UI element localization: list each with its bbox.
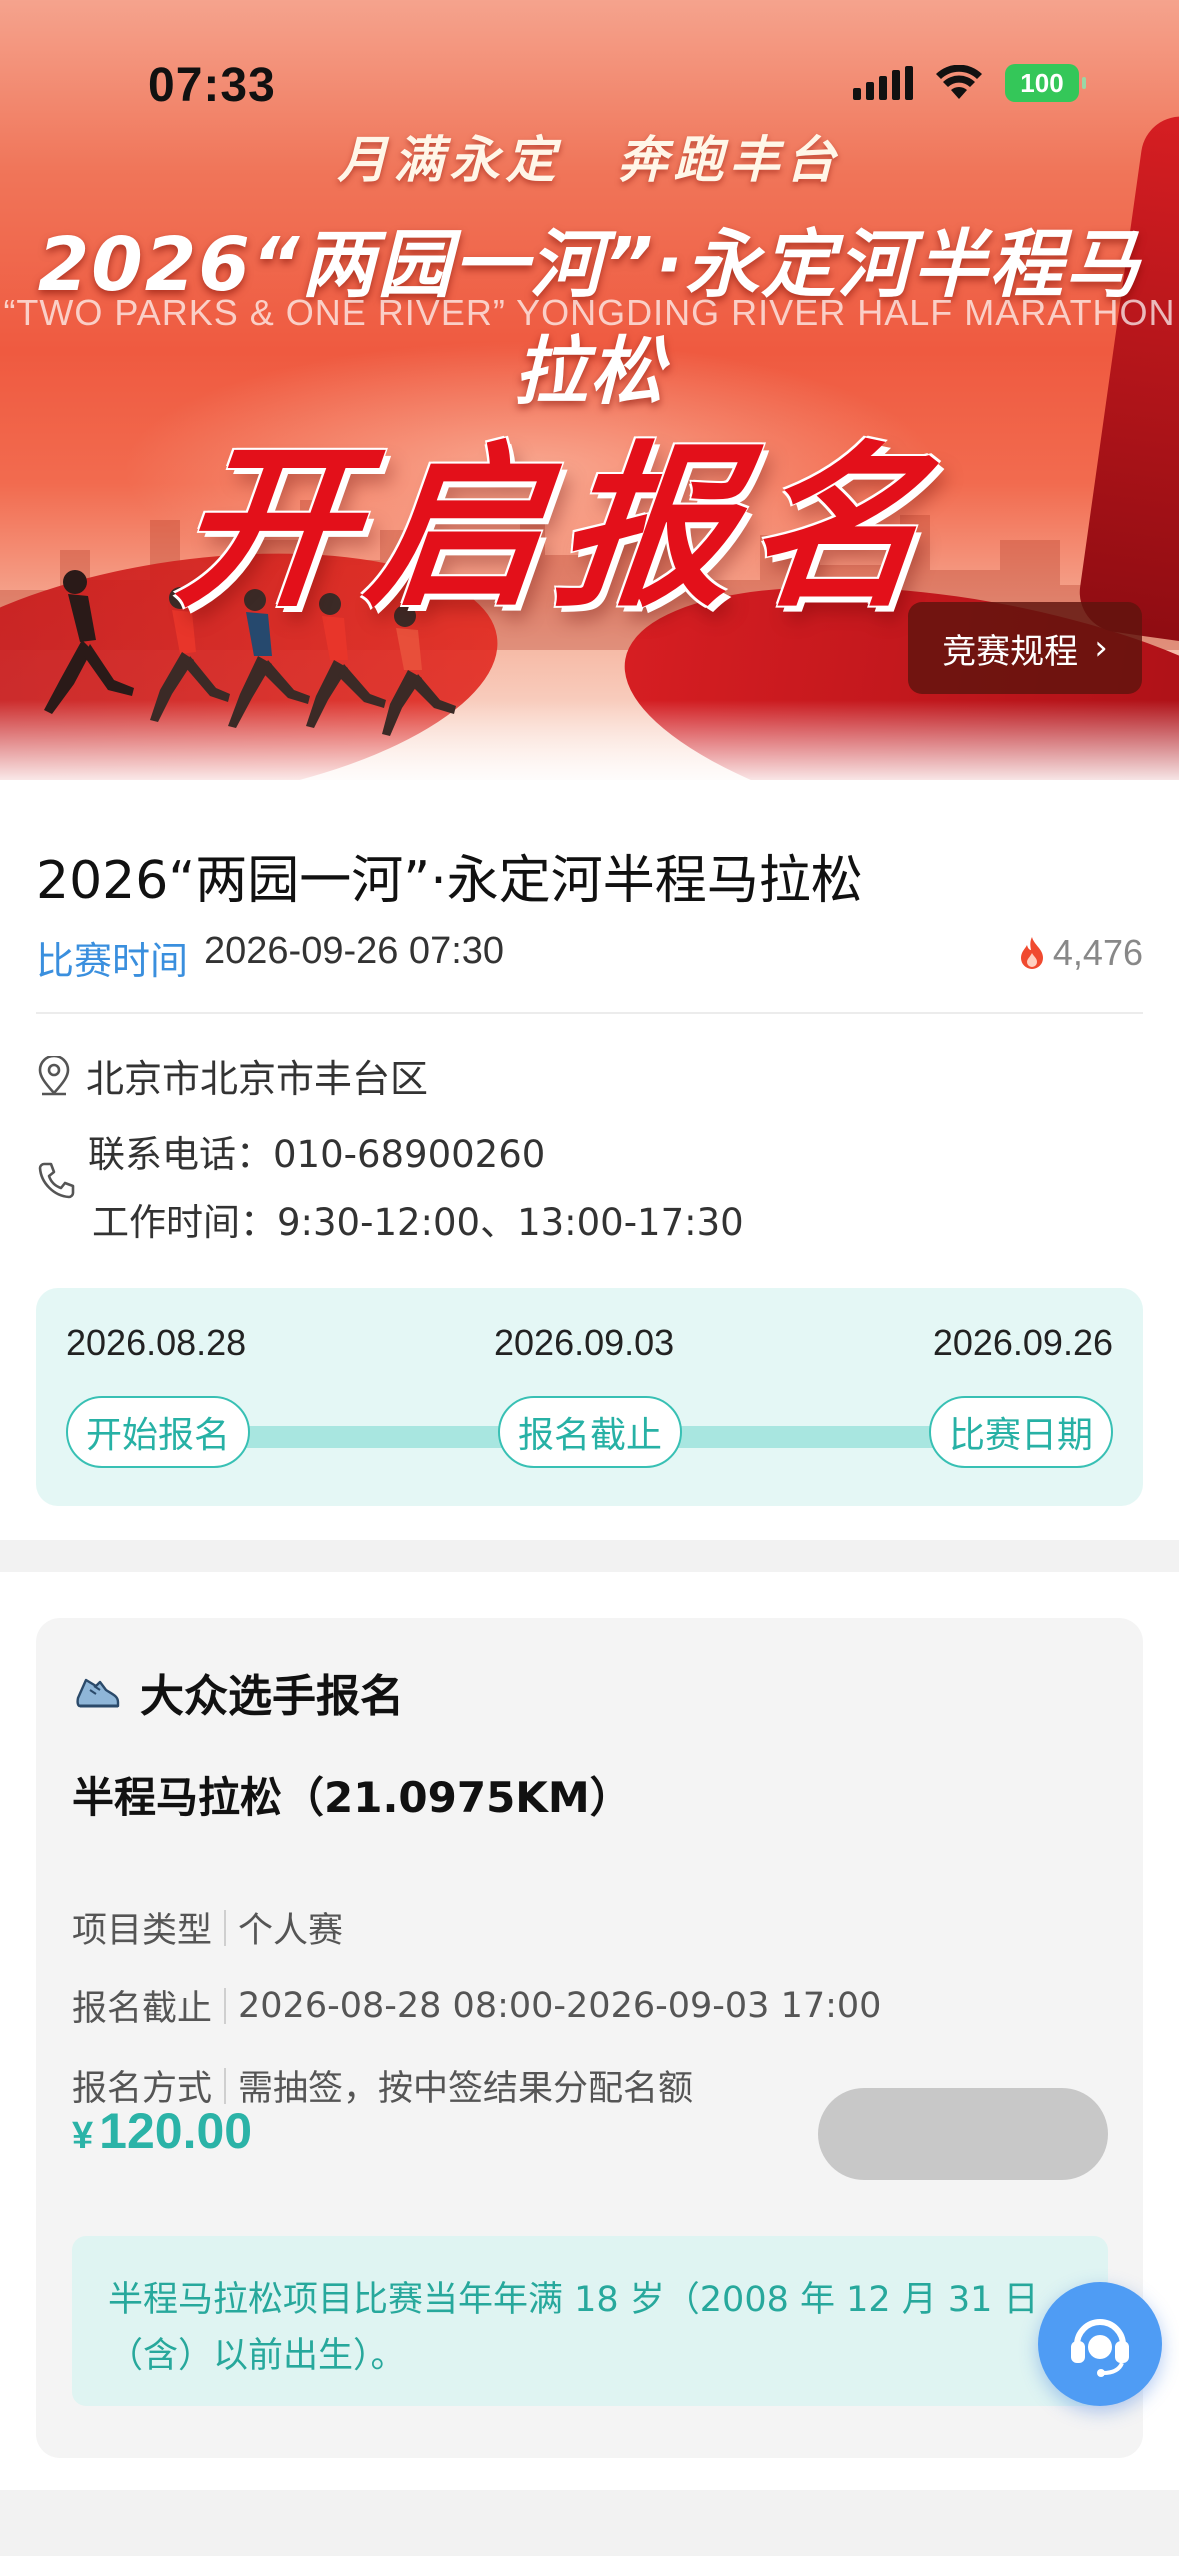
rules-button-label: 竞赛规程 — [942, 631, 1079, 672]
race-time-row: 比赛时间 2026-09-26 07:30 4,476 — [36, 930, 1143, 983]
headset-icon — [1071, 2319, 1129, 2377]
running-shoe-icon — [76, 1678, 120, 1708]
contact-phone[interactable]: 联系电话：010-68900260 — [88, 1124, 545, 1178]
timeline-step-race: 比赛日期 — [929, 1396, 1113, 1468]
registration-card: 大众选手报名 半程马拉松（21.0975KM） 项目类型 个人赛 报名截止 20… — [36, 1618, 1143, 2458]
address-text: 北京市北京市丰台区 — [86, 1057, 429, 1101]
battery-icon: 100 — [1005, 64, 1086, 102]
banner-headline: 开启报名 — [167, 426, 950, 631]
registration-timeline: 2026.08.28 2026.09.03 2026.09.26 开始报名 报名… — [36, 1288, 1143, 1506]
timeline-step-start: 开始报名 — [66, 1396, 250, 1468]
field-value: 需抽签，按中签结果分配名额 — [238, 2069, 694, 2109]
signal-icon — [853, 66, 913, 100]
wifi-icon — [936, 65, 982, 99]
field-separator — [224, 2067, 227, 2104]
field-key: 项目类型 — [72, 1911, 213, 1951]
banner-tagline: 月满永定 奔跑丰台 — [337, 131, 842, 189]
price: ¥120.00 — [72, 2102, 252, 2160]
race-time-label: 比赛时间 — [36, 939, 189, 983]
field-separator — [224, 1987, 227, 2024]
view-count-value: 4,476 — [1052, 932, 1143, 973]
price-amount: 120.00 — [99, 2103, 253, 2159]
location-pin-icon — [38, 1055, 70, 1095]
competition-rules-button[interactable]: 竞赛规程 › — [908, 602, 1142, 694]
timeline-date-race: 2026.09.26 — [932, 1322, 1113, 1363]
address-row[interactable]: 北京市北京市丰台区 — [36, 1048, 428, 1103]
field-separator — [224, 1909, 227, 1946]
office-hours: 工作时间：9:30-12:00、13:00-17:30 — [92, 1201, 744, 1244]
field-deadline: 报名截止 2026-08-28 08:00-2026-09-03 17:00 — [72, 1980, 881, 2031]
banner-subtitle: “TWO PARKS & ONE RIVER” YONGDING RIVER H… — [3, 292, 1176, 333]
status-icons: 100 — [853, 64, 1086, 102]
race-time-value: 2026-09-26 07:30 — [204, 930, 505, 972]
registration-title: 大众选手报名 — [140, 1671, 404, 1722]
event-title: 2026“两园一河”·永定河半程马拉松 — [36, 851, 863, 911]
chevron-right-icon: › — [1094, 628, 1108, 668]
phone-icon — [38, 1162, 75, 1199]
event-info-card: 2026“两园一河”·永定河半程马拉松 比赛时间 2026-09-26 07:3… — [0, 780, 1179, 1540]
status-time: 07:33 — [148, 59, 276, 112]
customer-service-button[interactable] — [1038, 2282, 1162, 2406]
divider — [36, 1012, 1143, 1014]
timeline-date-start: 2026.08.28 — [66, 1322, 247, 1363]
timeline-step-deadline: 报名截止 — [498, 1396, 682, 1468]
project-name: 半程马拉松（21.0975KM） — [72, 1773, 632, 1822]
registration-section: 大众选手报名 半程马拉松（21.0975KM） 项目类型 个人赛 报名截止 20… — [0, 1572, 1179, 2556]
view-count: 4,476 — [1017, 932, 1143, 974]
field-key: 报名截止 — [72, 1989, 213, 2029]
timeline-date-deadline: 2026.09.03 — [494, 1322, 675, 1363]
field-value: 个人赛 — [238, 1911, 344, 1951]
fire-icon — [1020, 937, 1043, 969]
field-value: 2026-08-28 08:00-2026-09-03 17:00 — [238, 1985, 882, 2026]
price-currency: ¥ — [72, 2115, 94, 2157]
field-project-type: 项目类型 个人赛 — [72, 1902, 343, 1953]
hero-banner: 07:33 100 月满永定 奔跑丰台 2026“两园一河”·永定河半程马拉松 … — [0, 0, 1179, 780]
signup-button-disabled[interactable] — [818, 2088, 1108, 2180]
age-requirement-notice: 半程马拉松项目比赛当年年满 18 岁（2008 年 12 月 31 日（含）以前… — [72, 2236, 1108, 2406]
registration-header: 大众选手报名 — [74, 1660, 404, 1724]
